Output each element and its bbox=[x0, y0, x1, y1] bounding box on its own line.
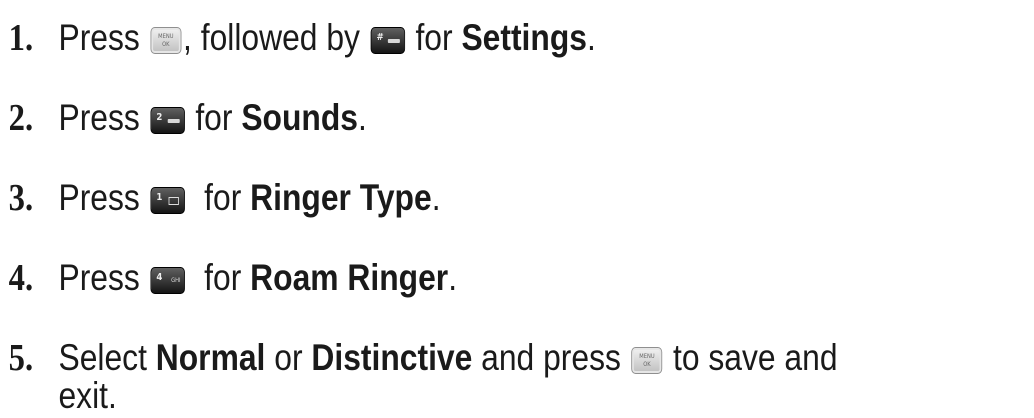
menu-ok-key-icon: MENU OK bbox=[631, 347, 663, 374]
step-text: Press MENU OK, followed by # for Settings… bbox=[58, 17, 596, 58]
option-normal: Normal bbox=[155, 337, 266, 378]
option-distinctive: Distinctive bbox=[311, 337, 473, 378]
step-text: Press 1 for Ringer Type. bbox=[58, 177, 441, 218]
menu-target: Sounds bbox=[241, 97, 359, 138]
step-4: 4. Press 4 GHI for Roam Ringer. bbox=[0, 256, 889, 300]
step-text: Press 2 for Sounds. bbox=[58, 97, 367, 138]
one-key-icon: 1 bbox=[150, 187, 185, 214]
step-text: exit. bbox=[58, 375, 117, 416]
step-number: 3. bbox=[8, 177, 34, 219]
step-number: 1. bbox=[8, 17, 34, 59]
menu-target: Settings bbox=[461, 17, 587, 58]
step-1: 1. Press MENU OK, followed by # for Settin… bbox=[0, 16, 889, 60]
two-key-icon: 2 bbox=[150, 107, 185, 134]
pound-key-icon: # bbox=[370, 27, 405, 54]
step-5-continuation: exit. bbox=[0, 374, 889, 418]
step-2: 2. Press 2 for Sounds. bbox=[0, 96, 889, 140]
menu-ok-key-icon: MENU OK bbox=[150, 27, 182, 54]
menu-target: Ringer Type bbox=[250, 177, 432, 218]
step-text: Select Normal or Distinctive and press M… bbox=[58, 337, 838, 378]
step-3: 3. Press 1 for Ringer Type. bbox=[0, 176, 889, 220]
menu-target: Roam Ringer bbox=[250, 257, 449, 298]
step-text: Press 4 GHI for Roam Ringer. bbox=[58, 257, 458, 298]
four-key-icon: 4 GHI bbox=[150, 267, 185, 294]
step-number: 4. bbox=[8, 257, 34, 299]
step-number: 2. bbox=[8, 97, 34, 139]
